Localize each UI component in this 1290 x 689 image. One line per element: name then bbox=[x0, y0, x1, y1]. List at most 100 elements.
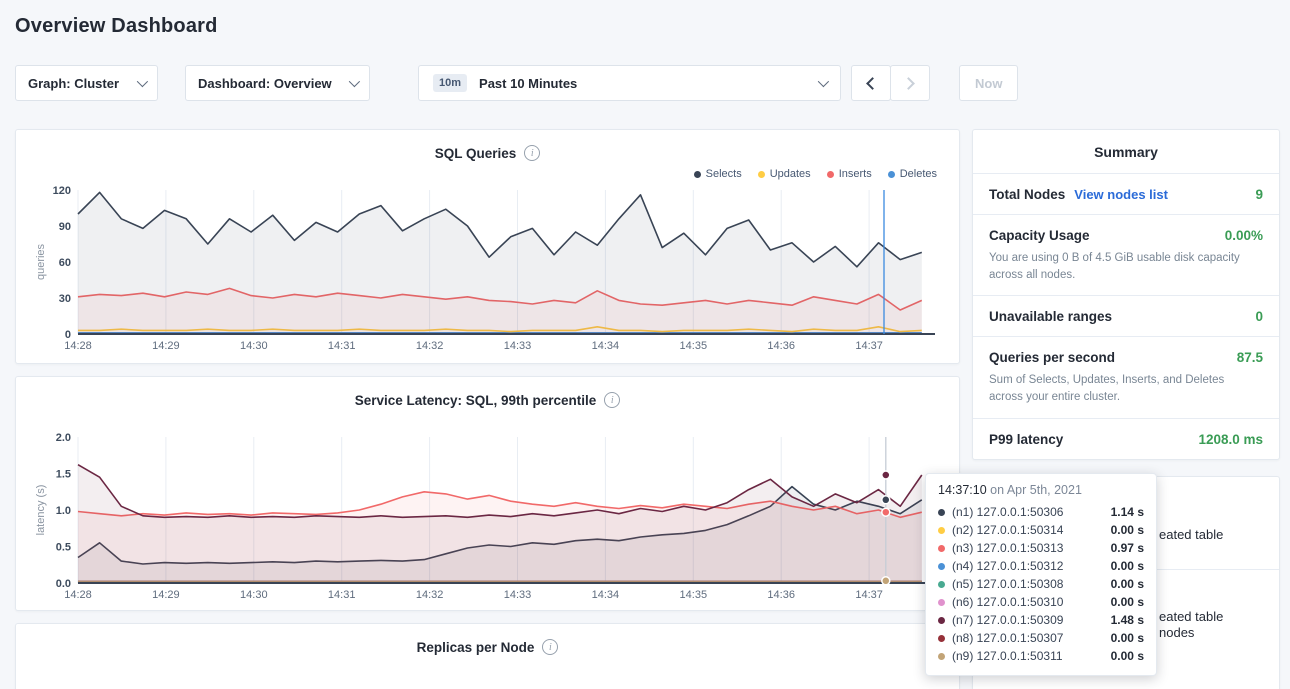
summary-description: You are using 0 B of 4.5 GiB usable disk… bbox=[989, 250, 1261, 283]
svg-text:14:29: 14:29 bbox=[152, 340, 180, 352]
summary-value: 9 bbox=[1255, 187, 1263, 202]
event-item-fragment[interactable]: eated table bbox=[1159, 609, 1223, 624]
svg-text:0: 0 bbox=[65, 329, 71, 341]
svg-text:14:36: 14:36 bbox=[767, 340, 795, 352]
legend-dot-icon bbox=[888, 171, 895, 178]
replicas-per-node-chart-card: Replicas per Node i bbox=[15, 623, 960, 689]
sql-queries-chart[interactable]: 14:2814:2914:3014:3114:3214:3314:3414:35… bbox=[32, 184, 943, 354]
tooltip-node-value: 0.00 s bbox=[1111, 649, 1144, 663]
tooltip-node-label: (n2) 127.0.0.1:50314 bbox=[952, 523, 1063, 537]
svg-text:14:37: 14:37 bbox=[855, 340, 883, 352]
tooltip-node-label: (n9) 127.0.0.1:50311 bbox=[952, 649, 1063, 663]
tooltip-node-row: (n6) 127.0.0.1:50310 0.00 s bbox=[938, 593, 1144, 611]
svg-text:0.5: 0.5 bbox=[56, 542, 71, 554]
svg-text:120: 120 bbox=[53, 185, 71, 197]
tooltip-node-label: (n3) 127.0.0.1:50313 bbox=[952, 541, 1063, 555]
svg-text:14:34: 14:34 bbox=[592, 589, 620, 601]
node-color-dot-icon bbox=[938, 563, 945, 570]
info-icon[interactable]: i bbox=[604, 392, 620, 408]
summary-row-capacity-usage: Capacity Usage 0.00% You are using 0 B o… bbox=[973, 215, 1279, 296]
dashboard-dropdown-label: Dashboard: Overview bbox=[198, 76, 332, 91]
overview-dashboard-page: Overview Dashboard Graph: Cluster Dashbo… bbox=[0, 0, 1290, 689]
legend-dot-icon bbox=[827, 171, 834, 178]
graph-scope-dropdown-label: Graph: Cluster bbox=[28, 76, 119, 91]
svg-text:14:32: 14:32 bbox=[416, 589, 444, 601]
graph-scope-dropdown[interactable]: Graph: Cluster bbox=[15, 65, 158, 101]
tooltip-node-row: (n4) 127.0.0.1:503120.00 s bbox=[938, 557, 1144, 575]
svg-text:14:35: 14:35 bbox=[680, 340, 708, 352]
chart-hover-tooltip: 14:37:10 on Apr 5th, 2021 (n1) 127.0.0.1… bbox=[925, 473, 1157, 676]
chart-title-row: Replicas per Node i bbox=[32, 636, 943, 658]
tooltip-date: on Apr 5th, 2021 bbox=[990, 483, 1082, 497]
svg-text:1.5: 1.5 bbox=[56, 469, 71, 481]
summary-row-queries-per-second: Queries per second 87.5 Sum of Selects, … bbox=[973, 337, 1279, 418]
node-color-dot-icon bbox=[938, 581, 945, 588]
summary-label: Capacity Usage bbox=[989, 228, 1090, 243]
svg-text:14:35: 14:35 bbox=[680, 589, 708, 601]
chevron-down-icon bbox=[349, 76, 360, 87]
dashboard-dropdown[interactable]: Dashboard: Overview bbox=[185, 65, 370, 101]
event-item-fragment[interactable]: eated table bbox=[1159, 527, 1223, 542]
legend-dot-icon bbox=[758, 171, 765, 178]
node-color-dot-icon bbox=[938, 635, 945, 642]
spacer bbox=[32, 411, 943, 431]
svg-text:14:32: 14:32 bbox=[416, 340, 444, 352]
chart-title: Replicas per Node bbox=[417, 640, 535, 655]
chevron-down-icon bbox=[818, 76, 829, 87]
chevron-down-icon bbox=[137, 76, 148, 87]
service-latency-chart[interactable]: 14:2814:2914:3014:3114:3214:3314:3414:35… bbox=[32, 431, 943, 603]
charts-column: SQL Queries i SelectsUpdatesInsertsDelet… bbox=[15, 129, 960, 689]
svg-text:latency (s): latency (s) bbox=[35, 485, 47, 536]
time-forward-button[interactable] bbox=[890, 65, 930, 101]
tooltip-node-value: 0.00 s bbox=[1111, 523, 1144, 537]
info-icon[interactable]: i bbox=[524, 145, 540, 161]
node-color-dot-icon bbox=[938, 617, 945, 624]
time-range-badge: 10m bbox=[433, 74, 467, 92]
tooltip-node-label: (n6) 127.0.0.1:50310 bbox=[952, 595, 1063, 609]
info-icon[interactable]: i bbox=[542, 639, 558, 655]
svg-text:60: 60 bbox=[59, 257, 71, 269]
svg-text:14:30: 14:30 bbox=[240, 340, 268, 352]
node-color-dot-icon bbox=[938, 527, 945, 534]
svg-text:14:34: 14:34 bbox=[592, 340, 620, 352]
event-item-fragment[interactable]: nodes bbox=[1159, 625, 1194, 640]
svg-text:14:33: 14:33 bbox=[504, 589, 532, 601]
tooltip-node-value: 0.00 s bbox=[1111, 577, 1144, 591]
legend-label: Deletes bbox=[900, 168, 937, 180]
time-back-button[interactable] bbox=[851, 65, 891, 101]
svg-text:14:30: 14:30 bbox=[240, 589, 268, 601]
view-nodes-list-link[interactable]: View nodes list bbox=[1074, 187, 1168, 202]
svg-text:14:29: 14:29 bbox=[152, 589, 180, 601]
tooltip-node-row: (n1) 127.0.0.1:503061.14 s bbox=[938, 503, 1144, 521]
tooltip-node-row: (n3) 127.0.0.1:503130.97 s bbox=[938, 539, 1144, 557]
svg-text:14:28: 14:28 bbox=[64, 589, 92, 601]
tooltip-node-value: 0.00 s bbox=[1111, 595, 1144, 609]
legend-item-selects[interactable]: Selects bbox=[694, 168, 742, 180]
summary-label: P99 latency bbox=[989, 432, 1063, 447]
chart-title-row: Service Latency: SQL, 99th percentile i bbox=[32, 389, 943, 411]
tooltip-node-value: 1.48 s bbox=[1111, 613, 1144, 627]
legend-item-deletes[interactable]: Deletes bbox=[888, 168, 937, 180]
time-nav-group bbox=[851, 65, 930, 101]
node-color-dot-icon bbox=[938, 509, 945, 516]
summary-title: Summary bbox=[973, 130, 1279, 174]
service-latency-chart-card: Service Latency: SQL, 99th percentile i … bbox=[15, 376, 960, 611]
chart-title: Service Latency: SQL, 99th percentile bbox=[355, 393, 597, 408]
svg-text:90: 90 bbox=[59, 221, 71, 233]
summary-row-p99-latency: P99 latency 1208.0 ms bbox=[973, 419, 1279, 459]
node-color-dot-icon bbox=[938, 653, 945, 660]
now-button[interactable]: Now bbox=[959, 65, 1018, 101]
tooltip-node-label: (n4) 127.0.0.1:50312 bbox=[952, 559, 1063, 573]
svg-text:14:28: 14:28 bbox=[64, 340, 92, 352]
summary-label: Queries per second bbox=[989, 350, 1115, 365]
time-range-label: Past 10 Minutes bbox=[479, 76, 577, 91]
controls-bar: Graph: Cluster Dashboard: Overview 10m P… bbox=[15, 65, 1280, 101]
time-range-dropdown[interactable]: 10m Past 10 Minutes bbox=[418, 65, 841, 101]
tooltip-node-label: (n8) 127.0.0.1:50307 bbox=[952, 631, 1063, 645]
legend-item-inserts[interactable]: Inserts bbox=[827, 168, 872, 180]
svg-text:1.0: 1.0 bbox=[56, 505, 71, 517]
tooltip-node-label: (n7) 127.0.0.1:50309 bbox=[952, 613, 1063, 627]
legend-label: Inserts bbox=[839, 168, 872, 180]
tooltip-node-value: 1.14 s bbox=[1111, 505, 1144, 519]
legend-item-updates[interactable]: Updates bbox=[758, 168, 811, 180]
